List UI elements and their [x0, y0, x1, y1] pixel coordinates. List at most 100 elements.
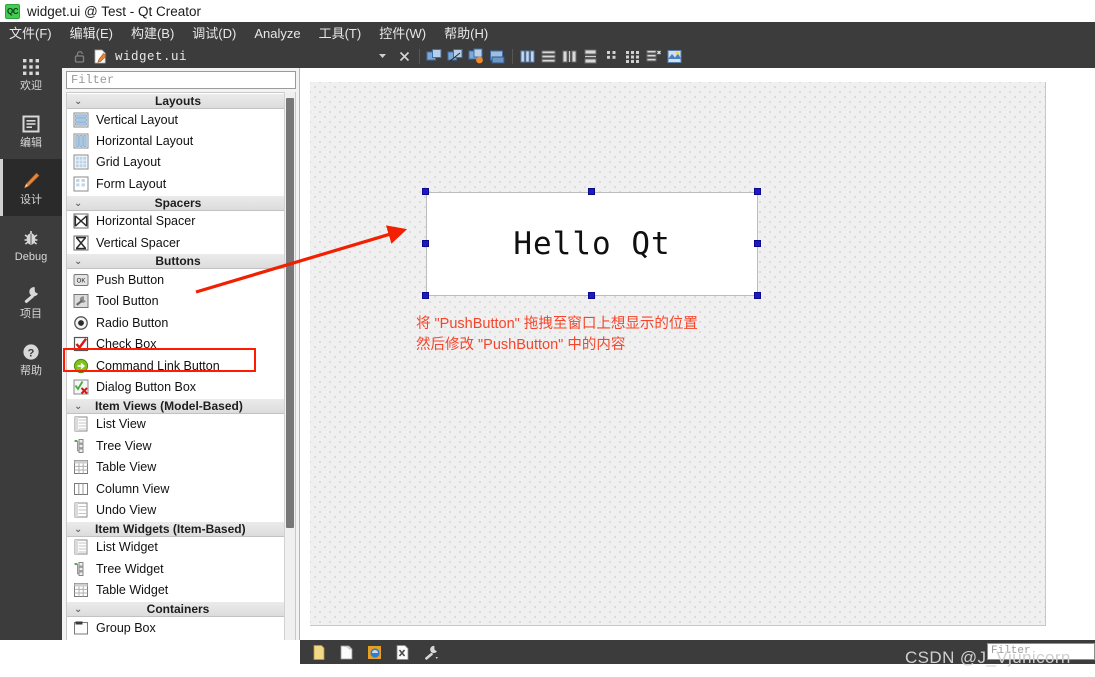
widget-item-tree-widget[interactable]: Tree Widget	[67, 558, 295, 579]
list-view-icon	[74, 416, 88, 432]
widget-item-horizontal-spacer[interactable]: Horizontal Spacer	[67, 211, 295, 232]
layout-vertically-icon[interactable]	[539, 47, 558, 66]
sidebar-item-design[interactable]: 设计	[0, 159, 62, 216]
edit-widgets-icon[interactable]	[425, 47, 444, 66]
menu-edit[interactable]: 编辑(E)	[61, 24, 122, 44]
chevron-down-icon[interactable]	[377, 48, 388, 66]
widget-item-label: Vertical Spacer	[96, 235, 181, 250]
selection-handle-bottom-center[interactable]	[588, 292, 595, 299]
build-settings-icon[interactable]	[422, 644, 439, 661]
push-button-icon: OK	[73, 274, 89, 287]
widget-item-undo-view[interactable]: Undo View	[67, 499, 295, 520]
widget-item-horizontal-layout[interactable]: Horizontal Layout	[67, 130, 295, 151]
widget-item-table-view[interactable]: Table View	[67, 456, 295, 477]
menu-file[interactable]: 文件(F)	[0, 24, 61, 44]
push-button-text: Hello Qt	[513, 226, 671, 262]
selection-handle-top-left[interactable]	[422, 188, 429, 195]
widget-item-label: Table View	[96, 460, 157, 475]
widget-box-panel: Filter ⌄ Layouts Vertical Layout Horizon…	[62, 68, 300, 677]
layout-horizontally-icon[interactable]	[518, 47, 537, 66]
widget-item-label: List Widget	[96, 540, 158, 555]
widget-item-tree-view[interactable]: Tree View	[67, 435, 295, 456]
selection-handle-middle-left[interactable]	[422, 240, 429, 247]
sidebar-item-welcome[interactable]: 欢迎	[0, 45, 62, 102]
document-icon	[22, 115, 40, 132]
svg-text:OK: OK	[77, 278, 86, 284]
edit-buddies-icon[interactable]	[467, 47, 486, 66]
document-filename[interactable]: widget.ui	[115, 50, 187, 64]
widget-item-label: Command Link Button	[96, 358, 220, 373]
menu-help[interactable]: 帮助(H)	[435, 24, 497, 44]
design-canvas[interactable]: Hello Qt 将 "PushButton" 拖拽至窗口上想显示的位置 然后修…	[300, 68, 1095, 637]
widget-item-grid-layout[interactable]: Grid Layout	[67, 152, 295, 173]
lock-open-icon[interactable]	[74, 50, 86, 63]
menu-build[interactable]: 构建(B)	[122, 24, 183, 44]
widget-box-filter-input[interactable]: Filter	[66, 71, 296, 89]
selected-push-button-widget[interactable]: Hello Qt	[426, 192, 758, 296]
sidebar-item-help[interactable]: ? 帮助	[0, 330, 62, 387]
widget-box-category-spacers[interactable]: ⌄ Spacers	[67, 194, 295, 211]
widget-item-radio-button[interactable]: Radio Button	[67, 312, 295, 333]
widget-item-form-layout[interactable]: Form Layout	[67, 173, 295, 194]
widget-item-table-widget[interactable]: Table Widget	[67, 579, 295, 600]
widget-box-category-containers[interactable]: ⌄ Containers	[67, 600, 295, 617]
edit-signals-slots-icon[interactable]	[446, 47, 465, 66]
search-results-icon[interactable]	[338, 644, 355, 661]
widget-item-group-box[interactable]: Group Box	[67, 617, 295, 638]
menu-analyze[interactable]: Analyze	[245, 24, 309, 44]
chevron-down-icon: ⌄	[74, 96, 83, 107]
menu-widgets[interactable]: 控件(W)	[370, 24, 435, 44]
widget-item-label: Column View	[96, 481, 170, 496]
layout-splitter-vertical-icon[interactable]	[581, 47, 600, 66]
menu-debug[interactable]: 调试(D)	[183, 24, 245, 44]
sidebar-item-debug[interactable]: Debug	[0, 216, 62, 273]
category-label: Containers	[146, 601, 210, 616]
selection-handle-bottom-left[interactable]	[422, 292, 429, 299]
widget-item-dialog-button-box[interactable]: Dialog Button Box	[67, 376, 295, 397]
application-output-icon[interactable]	[366, 644, 383, 661]
close-icon[interactable]	[395, 47, 414, 66]
sidebar-item-projects[interactable]: 项目	[0, 273, 62, 330]
widget-item-list-widget[interactable]: List Widget	[67, 537, 295, 558]
sidebar-label-debug: Debug	[14, 250, 48, 263]
menu-tools[interactable]: 工具(T)	[310, 24, 371, 44]
widget-box-scrollbar-thumb[interactable]	[286, 98, 294, 528]
widget-box-category-buttons[interactable]: ⌄ Buttons	[67, 253, 295, 270]
chevron-down-icon: ⌄	[74, 256, 83, 268]
widget-item-vertical-layout[interactable]: Vertical Layout	[67, 109, 295, 130]
ui-file-icon	[94, 49, 107, 64]
annotation-line-2: 然后修改 "PushButton" 中的内容	[416, 337, 626, 353]
selection-handle-top-center[interactable]	[588, 188, 595, 195]
form-surface[interactable]: Hello Qt 将 "PushButton" 拖拽至窗口上想显示的位置 然后修…	[310, 82, 1046, 626]
layout-splitter-horizontal-icon[interactable]	[560, 47, 579, 66]
selection-handle-bottom-right[interactable]	[754, 292, 761, 299]
widget-item-vertical-spacer[interactable]: Vertical Spacer	[67, 232, 295, 253]
widget-item-label: Undo View	[96, 502, 157, 517]
widget-box-category-layouts[interactable]: ⌄ Layouts	[67, 93, 295, 109]
widget-item-column-view[interactable]: Column View	[67, 478, 295, 499]
chevron-down-icon: ⌄	[74, 603, 83, 615]
widget-item-list-view[interactable]: List View	[67, 414, 295, 435]
issues-icon[interactable]	[310, 644, 327, 661]
category-label: Buttons	[155, 254, 201, 269]
sidebar-item-edit[interactable]: 编辑	[0, 102, 62, 159]
selection-handle-top-right[interactable]	[754, 188, 761, 195]
widget-item-label: Group Box	[96, 620, 156, 635]
widget-item-tool-button[interactable]: Tool Button	[67, 291, 295, 312]
compile-output-icon[interactable]	[394, 644, 411, 661]
widget-item-push-button[interactable]: OK Push Button	[67, 269, 295, 290]
widget-item-command-link-button[interactable]: Command Link Button	[67, 355, 295, 376]
widget-item-check-box[interactable]: Check Box	[67, 334, 295, 355]
widget-item-label: Horizontal Spacer	[96, 214, 196, 229]
adjust-size-icon[interactable]	[665, 47, 684, 66]
vertical-spacer-icon	[73, 235, 89, 251]
selection-handle-middle-right[interactable]	[754, 240, 761, 247]
layout-form-icon[interactable]	[602, 47, 621, 66]
widget-box-category-item-widgets[interactable]: ⌄ Item Widgets (Item-Based)	[67, 520, 295, 537]
widget-item-label: Table Widget	[96, 583, 169, 598]
chevron-down-icon: ⌄	[74, 523, 83, 535]
edit-tab-order-icon[interactable]	[488, 47, 507, 66]
break-layout-icon[interactable]	[644, 47, 663, 66]
widget-box-category-item-views[interactable]: ⌄ Item Views (Model-Based)	[67, 397, 295, 414]
layout-grid-icon[interactable]	[623, 47, 642, 66]
